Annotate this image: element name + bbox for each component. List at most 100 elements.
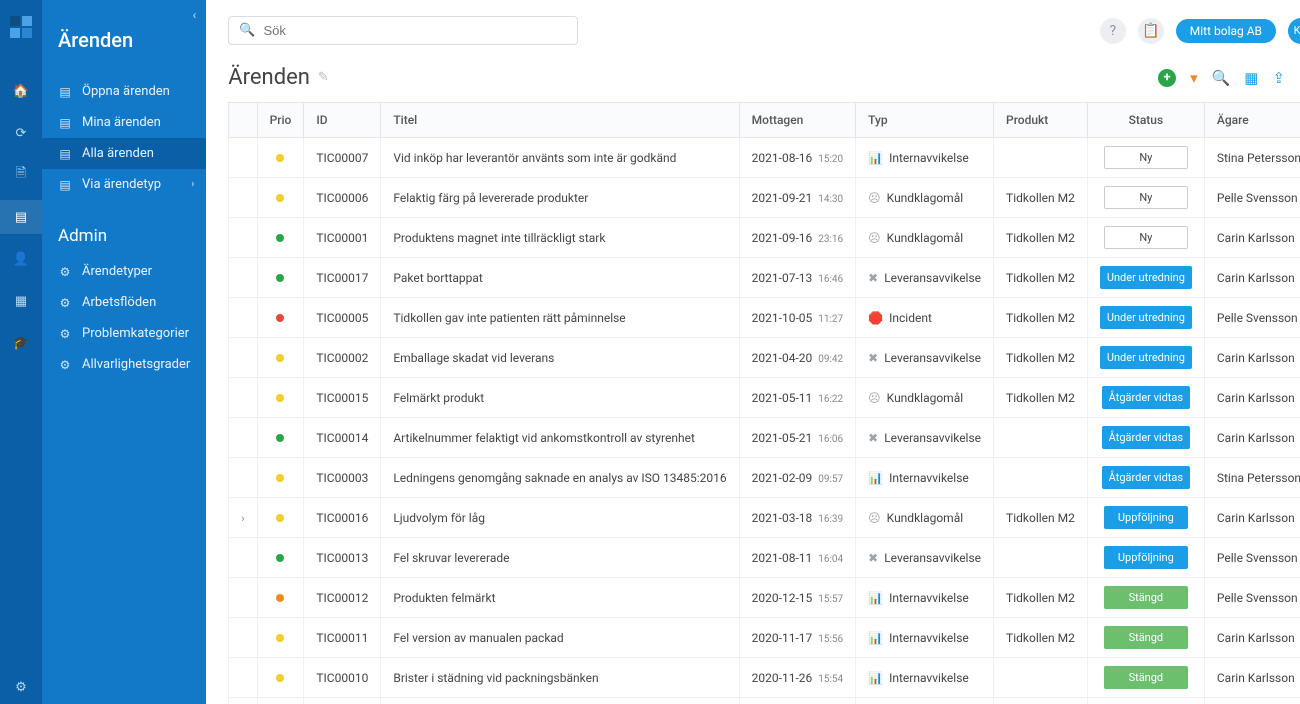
sidebar-admin-problem-cat[interactable]: ⚙ Problemkategorier: [42, 318, 206, 349]
th-prio[interactable]: Prio: [257, 103, 304, 138]
idea-icon[interactable]: ⇪: [1272, 69, 1285, 87]
cell-product: Tidkollen M2: [994, 578, 1088, 618]
help-icon[interactable]: ?: [1100, 18, 1126, 44]
table-row[interactable]: TIC00014Artikelnummer felaktigt vid anko…: [229, 418, 1300, 458]
table-row[interactable]: TIC00007Vid inköp har leverantör använts…: [229, 138, 1300, 178]
th-status[interactable]: Status: [1087, 103, 1204, 138]
cell-received: 2021-08-1116:04: [752, 551, 844, 565]
table-row[interactable]: TIC00001Produktens magnet inte tillräckl…: [229, 218, 1300, 258]
filter-icon[interactable]: ▾: [1190, 69, 1198, 87]
cell-product: Tidkollen M3: [994, 698, 1088, 704]
cell-owner: Carin Karlsson: [1204, 258, 1300, 298]
edit-title-icon[interactable]: ✎: [318, 70, 329, 85]
company-select[interactable]: Mitt bolag AB: [1176, 19, 1276, 43]
search-input[interactable]: [263, 23, 567, 38]
cell-type: 📊Internavvikelse: [868, 591, 981, 605]
search-action-icon[interactable]: 🔍: [1212, 69, 1231, 87]
table-row[interactable]: TIC00006Felaktig färg på levererade prod…: [229, 178, 1300, 218]
expand-icon[interactable]: ›: [241, 512, 244, 525]
table-row[interactable]: ›TIC00016Ljudvolym för låg2021-03-1816:3…: [229, 498, 1300, 538]
list-icon: ▤: [58, 85, 72, 99]
cell-type: ☹Kundklagomål: [868, 191, 981, 205]
sidebar-item-label: Alla ärenden: [82, 146, 154, 161]
page-title: Ärenden: [228, 65, 310, 90]
sidebar-heading: Ärenden: [42, 14, 206, 76]
grid-view-icon[interactable]: ▦: [1244, 69, 1258, 87]
search-box[interactable]: 🔍: [228, 16, 578, 45]
th-title[interactable]: Titel: [381, 103, 739, 138]
add-button[interactable]: +: [1158, 69, 1176, 87]
cell-product: [994, 658, 1088, 698]
sidebar-item-by-type[interactable]: ▤ Via ärendetyp ›: [42, 169, 206, 200]
cell-owner: Carin Karlsson: [1204, 658, 1300, 698]
cell-id: TIC00002: [304, 338, 381, 378]
status-badge: Stängd: [1104, 626, 1188, 649]
cell-received: 2021-08-1615:20: [752, 151, 844, 165]
cell-received: 2021-09-1623:16: [752, 231, 844, 245]
sidebar-item-open[interactable]: ▤ Öppna ärenden: [42, 76, 206, 107]
status-badge: Åtgärder vidtas: [1102, 426, 1190, 449]
rail-cases-icon[interactable]: ▤: [0, 200, 42, 234]
status-badge: Under utredning: [1100, 306, 1192, 329]
rail-education-icon[interactable]: 🎓: [0, 326, 42, 360]
sidebar-item-label: Allvarlighetsgrader: [82, 357, 190, 372]
cell-product: Tidkollen M2: [994, 178, 1088, 218]
cell-received: 2021-05-1116:22: [752, 391, 844, 405]
th-received[interactable]: Mottagen: [739, 103, 856, 138]
priority-dot: [276, 314, 284, 322]
priority-dot: [276, 274, 284, 282]
table-row[interactable]: TIC00003Ledningens genomgång saknade en …: [229, 458, 1300, 498]
cases-table: Prio ID Titel Mottagen Typ Produkt Statu…: [228, 102, 1300, 704]
rail-people-icon[interactable]: 👤: [0, 242, 42, 276]
priority-dot: [276, 194, 284, 202]
rail-card-icon[interactable]: ▦: [0, 284, 42, 318]
th-type[interactable]: Typ: [856, 103, 994, 138]
sidebar-item-label: Öppna ärenden: [82, 84, 170, 99]
table-row[interactable]: TIC00011Fel version av manualen packad20…: [229, 618, 1300, 658]
table-row[interactable]: TIC00015Felmärkt produkt2021-05-1116:22☹…: [229, 378, 1300, 418]
sidebar-admin-heading: Admin: [42, 200, 206, 256]
type-icon: 📊: [868, 631, 883, 645]
sidebar-admin-workflows[interactable]: ⚙ Arbetsflöden: [42, 287, 206, 318]
rail-document-icon[interactable]: 🗎: [0, 158, 42, 192]
table-row[interactable]: TIC00012Produkten felmärkt2020-12-1515:5…: [229, 578, 1300, 618]
th-id[interactable]: ID: [304, 103, 381, 138]
list-icon: ▤: [58, 178, 72, 192]
cell-product: Tidkollen M2: [994, 618, 1088, 658]
table-row[interactable]: TIC00002Emballage skadat vid leverans202…: [229, 338, 1300, 378]
sidebar-admin-types[interactable]: ⚙ Ärendetyper: [42, 256, 206, 287]
table-row[interactable]: TIC00017Paket borttappat2021-07-1316:46✖…: [229, 258, 1300, 298]
clipboard-icon[interactable]: 📋: [1138, 18, 1164, 44]
sidebar-collapse-icon[interactable]: ‹: [193, 8, 197, 22]
table-row[interactable]: TIC00005Tidkollen gav inte patienten rät…: [229, 298, 1300, 338]
table-row[interactable]: TIC00013Fel skruvar levererade2021-08-11…: [229, 538, 1300, 578]
gear-icon: ⚙: [58, 327, 72, 341]
sidebar-item-mine[interactable]: ▤ Mina ärenden: [42, 107, 206, 138]
cell-product: Tidkollen M2: [994, 218, 1088, 258]
rail-cycle-icon[interactable]: ⟳: [0, 116, 42, 150]
rail-settings-icon[interactable]: ⚙: [0, 670, 42, 704]
user-avatar[interactable]: KH: [1288, 18, 1300, 44]
priority-dot: [276, 634, 284, 642]
type-icon: 📊: [868, 671, 883, 685]
type-icon: ✖: [868, 271, 878, 285]
cell-owner: Carin Karlsson: [1204, 378, 1300, 418]
th-owner[interactable]: Ägare: [1204, 103, 1300, 138]
type-icon: ☹: [868, 511, 881, 525]
cell-product: [994, 538, 1088, 578]
sidebar-item-all[interactable]: ▤ Alla ärenden: [42, 138, 206, 169]
app-logo: [10, 16, 32, 38]
page-header: Ärenden ✎ + ▾ 🔍 ▦ ⇪ ☁: [206, 53, 1300, 96]
priority-dot: [276, 674, 284, 682]
table-row[interactable]: TIC00010Brister i städning vid packnings…: [229, 658, 1300, 698]
th-product[interactable]: Produkt: [994, 103, 1088, 138]
gear-icon: ⚙: [58, 296, 72, 310]
type-icon: 📊: [868, 151, 883, 165]
table-row[interactable]: TIC00009Fel version av mukvaran installe…: [229, 698, 1300, 704]
sidebar-admin-severity[interactable]: ⚙ Allvarlighetsgrader: [42, 349, 206, 380]
rail-home-icon[interactable]: 🏠: [0, 74, 42, 108]
topbar: 🔍 ? 📋 Mitt bolag AB KH: [206, 0, 1300, 53]
main-area: 🔍 ? 📋 Mitt bolag AB KH Ärenden ✎ + ▾ 🔍 ▦…: [206, 0, 1300, 704]
priority-dot: [276, 154, 284, 162]
status-badge: Åtgärder vidtas: [1102, 466, 1190, 489]
